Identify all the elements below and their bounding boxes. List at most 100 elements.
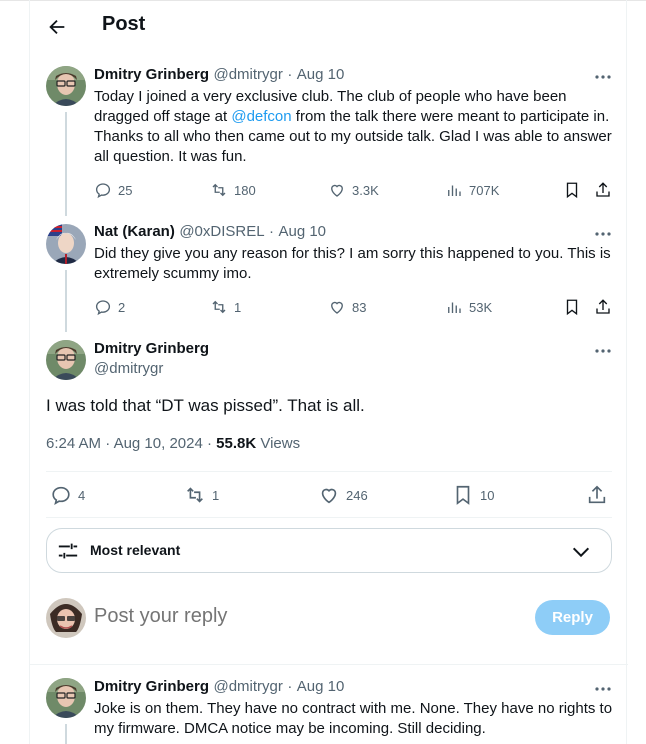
author-name[interactable]: Nat (Karan) (94, 223, 175, 240)
reply-icon (95, 300, 111, 316)
post-header: Dmitry Grinberg @dmitrygr · Aug 10 (94, 678, 344, 696)
dot-separator: · (287, 678, 293, 695)
back-arrow-icon[interactable] (46, 16, 68, 38)
dot-separator: · (105, 435, 111, 452)
like-action[interactable]: 3.3K (328, 180, 379, 200)
author-name[interactable]: Dmitry Grinberg (94, 678, 209, 695)
thread-line (65, 270, 67, 332)
reply-count: 4 (78, 487, 86, 503)
analytics-icon (448, 302, 461, 313)
bookmark-action[interactable] (563, 297, 581, 317)
thread-line (65, 112, 67, 216)
post-text: Today I joined a very exclusive club. Th… (94, 87, 614, 167)
views-action[interactable]: 707K (445, 180, 499, 200)
post-text: Did they give you any reason for this? I… (94, 245, 611, 282)
post-actions: 25 180 3.3K 707K (94, 180, 614, 200)
avatar[interactable] (46, 224, 86, 264)
repost-icon (187, 487, 203, 503)
dot-separator: · (287, 66, 293, 83)
views-count: 707K (469, 182, 500, 198)
dot-separator: · (206, 435, 212, 452)
reply-count: 25 (118, 182, 133, 198)
analytics-icon (448, 185, 461, 196)
page-title: Post (102, 13, 146, 35)
reply-action[interactable]: 2 (94, 297, 125, 317)
share-icon (588, 485, 606, 504)
repost-action[interactable]: 180 (210, 180, 256, 200)
bookmark-action[interactable] (563, 180, 581, 200)
repost-count: 1 (212, 487, 220, 503)
avatar[interactable] (46, 598, 86, 638)
reply-icon (95, 183, 111, 199)
like-action[interactable]: 83 (328, 297, 366, 317)
more-icon[interactable] (594, 680, 612, 698)
repost-count: 1 (234, 299, 242, 315)
like-count: 246 (346, 487, 368, 503)
more-icon[interactable] (594, 342, 612, 360)
heart-icon (331, 184, 343, 197)
page-header: Post (30, 0, 628, 52)
repost-icon (212, 183, 226, 197)
avatar[interactable] (46, 66, 86, 106)
avatar[interactable] (46, 678, 86, 718)
more-icon[interactable] (594, 225, 612, 243)
reply-count: 2 (118, 299, 126, 315)
main-post-text: I was told that “DT was pissed”. That is… (46, 396, 365, 415)
like-count: 83 (352, 299, 367, 315)
author-handle[interactable]: @dmitrygr (213, 678, 282, 695)
chevron-down-icon (570, 541, 592, 563)
mention-link[interactable]: @defcon (231, 108, 291, 125)
post-timestamp: 6:24 AM · Aug 10, 2024 · 55.8K Views (46, 435, 300, 452)
heart-icon (321, 488, 337, 504)
views-action[interactable]: 53K (445, 297, 492, 317)
repost-action[interactable]: 1 (184, 485, 219, 505)
post-date[interactable]: Aug 10 (297, 678, 345, 695)
sliders-icon (57, 540, 79, 562)
post-date[interactable]: Aug 10 (297, 66, 345, 83)
views-count: 53K (469, 299, 493, 315)
share-action[interactable] (594, 180, 612, 200)
divider (46, 471, 612, 472)
post-text: Joke is on them. They have no contract w… (94, 700, 613, 737)
bookmark-icon (566, 299, 578, 316)
divider (30, 664, 628, 665)
views-count: 55.8K (216, 435, 257, 452)
author-name[interactable]: Dmitry Grinberg (94, 66, 209, 83)
bookmark-action[interactable]: 10 (452, 485, 494, 505)
post-time[interactable]: 6:24 AM (46, 435, 101, 452)
thread-line (65, 724, 67, 744)
author-handle[interactable]: @0xDISREL (179, 223, 264, 240)
post-header: Nat (Karan) @0xDISREL · Aug 10 (94, 223, 326, 241)
bookmark-icon (456, 485, 470, 505)
main-post-actions: 4 1 246 10 (46, 485, 612, 507)
divider (46, 517, 612, 518)
heart-icon (331, 301, 343, 314)
post-full-date[interactable]: Aug 10, 2024 (114, 435, 203, 452)
reply-button[interactable]: Reply (535, 600, 610, 635)
reply-icon (52, 486, 70, 505)
bookmark-icon (566, 182, 578, 199)
reply-sort-selector[interactable]: Most relevant (46, 528, 612, 573)
like-action[interactable]: 246 (318, 485, 368, 505)
bookmark-count: 10 (480, 487, 495, 503)
share-action[interactable] (594, 297, 612, 317)
share-action[interactable] (586, 485, 608, 505)
share-icon (596, 299, 610, 314)
sort-label: Most relevant (90, 542, 181, 558)
author-name[interactable]: Dmitry Grinberg (94, 340, 209, 357)
author-handle[interactable]: @dmitrygr (94, 360, 163, 377)
main-column: Post Dmitry Grinberg @dmitrygr · Aug 10 … (29, 0, 628, 744)
share-icon (596, 182, 610, 197)
post-date[interactable]: Aug 10 (278, 223, 326, 240)
reply-action[interactable]: 4 (50, 485, 85, 505)
repost-icon (212, 300, 226, 314)
repost-action[interactable]: 1 (210, 297, 241, 317)
author-handle[interactable]: @dmitrygr (213, 66, 282, 83)
like-count: 3.3K (352, 182, 379, 198)
reply-action[interactable]: 25 (94, 180, 132, 200)
more-icon[interactable] (594, 68, 612, 86)
post-header: Dmitry Grinberg @dmitrygr · Aug 10 (94, 66, 344, 84)
post-actions: 2 1 83 53K (94, 297, 614, 317)
avatar[interactable] (46, 340, 86, 380)
reply-input[interactable] (94, 602, 514, 630)
